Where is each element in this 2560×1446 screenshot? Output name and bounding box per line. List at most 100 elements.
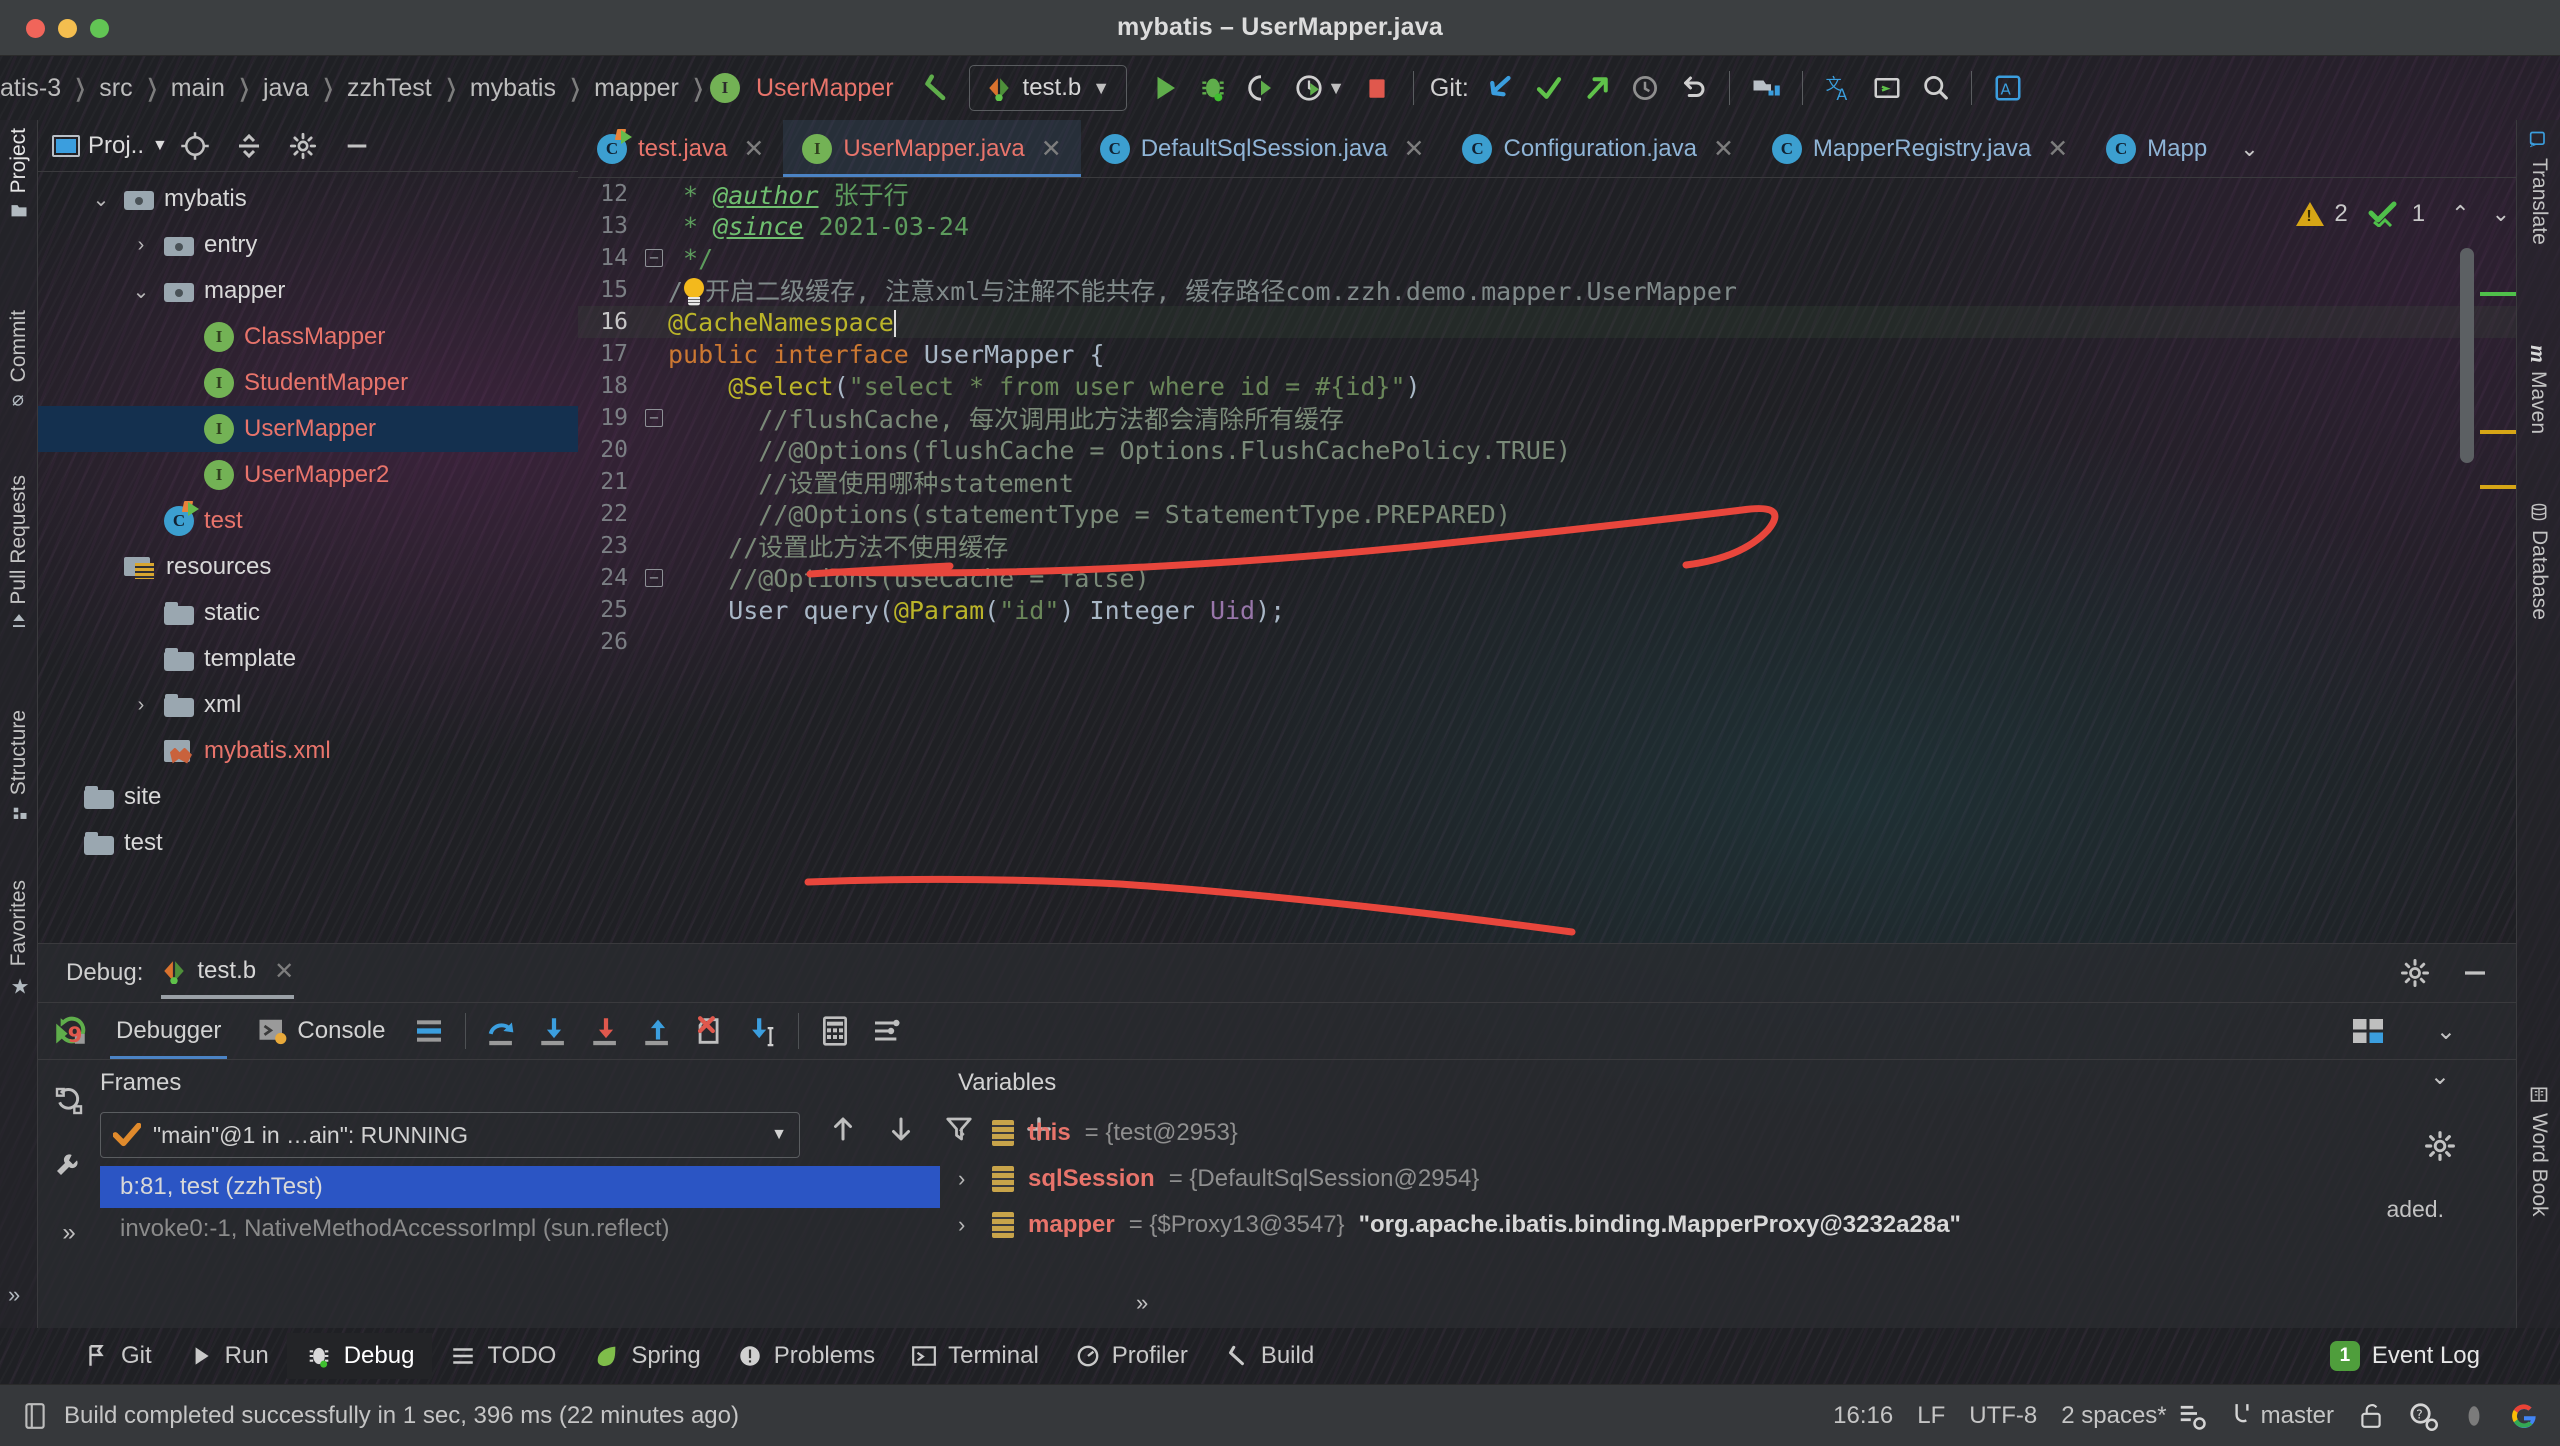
run-with-coverage-button[interactable] bbox=[1237, 64, 1285, 112]
chevron-down-icon[interactable]: ▼ bbox=[152, 137, 168, 155]
tree-item[interactable]: I StudentMapper bbox=[38, 360, 578, 406]
editor-tab[interactable]: C Configuration.java ✕ bbox=[1443, 120, 1752, 177]
breadcrumb-item-2[interactable]: main bbox=[164, 74, 232, 103]
line-number[interactable]: 19 bbox=[578, 405, 640, 431]
code-line[interactable]: 20 //@Options(flushCache = Options.Flush… bbox=[578, 434, 2516, 466]
chevron-right-icon[interactable]: › bbox=[958, 1166, 978, 1192]
git-push-icon[interactable] bbox=[1573, 64, 1621, 112]
translate-icon[interactable]: 文A bbox=[1815, 64, 1863, 112]
code-line[interactable]: 23 //设置此方法不使用缓存 bbox=[578, 530, 2516, 562]
editor-tab[interactable]: C Mapp bbox=[2087, 120, 2226, 177]
fold-region-icon[interactable]: − bbox=[640, 569, 668, 587]
bottom-tool-tab[interactable]: Run bbox=[170, 1333, 287, 1379]
collapse-chevron-icon[interactable]: ⌄ bbox=[2436, 1017, 2456, 1046]
debug-session-tab[interactable]: test.b ✕ bbox=[161, 957, 294, 999]
line-number[interactable]: 17 bbox=[578, 341, 640, 367]
step-over-icon[interactable] bbox=[476, 1004, 528, 1058]
tab-overflow-chevron-icon[interactable]: ⌄ bbox=[2226, 120, 2272, 177]
tab-console[interactable]: Console bbox=[239, 1003, 403, 1059]
close-icon[interactable]: ✕ bbox=[743, 134, 764, 164]
status-indent[interactable]: 2 spaces* bbox=[2061, 1402, 2166, 1430]
chevron-down-icon[interactable]: ▼ bbox=[771, 1126, 787, 1144]
close-icon[interactable]: ✕ bbox=[1404, 134, 1425, 164]
chevron-down-icon[interactable]: ⌄ bbox=[128, 279, 154, 304]
status-indent-config-icon[interactable] bbox=[2177, 1401, 2207, 1431]
code-line[interactable]: 14− */ bbox=[578, 242, 2516, 274]
bottom-tool-tab[interactable]: Profiler bbox=[1057, 1333, 1206, 1379]
hide-panel-icon[interactable] bbox=[330, 124, 384, 168]
breadcrumb-item-4[interactable]: zzhTest bbox=[340, 74, 439, 103]
line-number[interactable]: 21 bbox=[578, 469, 640, 495]
bottom-tool-tab[interactable]: Problems bbox=[719, 1333, 893, 1379]
rail-tab-database[interactable]: Database bbox=[2527, 502, 2551, 620]
restore-layout-icon[interactable] bbox=[38, 1068, 100, 1134]
rail-more-icon[interactable]: » bbox=[8, 1282, 20, 1308]
run-to-cursor-icon[interactable] bbox=[736, 1004, 788, 1058]
chevron-right-icon[interactable]: › bbox=[128, 694, 154, 717]
close-icon[interactable]: ✕ bbox=[1713, 134, 1734, 164]
code-line[interactable]: 12 * @author 张于行 bbox=[578, 178, 2516, 210]
bottom-tool-tab[interactable]: Debug bbox=[286, 1333, 433, 1379]
line-number[interactable]: 22 bbox=[578, 501, 640, 527]
event-log-button[interactable]: 1 Event Log bbox=[2329, 1341, 2480, 1371]
run-configuration-selector[interactable]: test.b ▼ bbox=[968, 65, 1128, 111]
bottom-tool-tab[interactable]: Spring bbox=[574, 1333, 718, 1379]
line-number[interactable]: 14 bbox=[578, 245, 640, 271]
frames-list[interactable]: b:81, test (zzhTest) invoke0:-1, NativeMe… bbox=[100, 1166, 940, 1250]
git-rollback-icon[interactable] bbox=[1669, 64, 1717, 112]
evaluate-expression-icon[interactable] bbox=[809, 1004, 861, 1058]
variable-row[interactable]: › this = {test@2953} bbox=[958, 1110, 2456, 1156]
bottom-tool-tab[interactable]: Terminal bbox=[893, 1333, 1057, 1379]
tree-item[interactable]: site bbox=[38, 774, 578, 820]
drop-frame-icon[interactable] bbox=[684, 1004, 736, 1058]
step-out-icon[interactable] bbox=[632, 1004, 684, 1058]
editor-tab[interactable]: C MapperRegistry.java ✕ bbox=[1753, 120, 2087, 177]
bottom-tool-tab[interactable]: Build bbox=[1206, 1333, 1332, 1379]
rail-tab-maven[interactable]: m Maven bbox=[2525, 345, 2551, 434]
git-update-icon[interactable] bbox=[1477, 64, 1525, 112]
rail-tab-word-book[interactable]: Word Book bbox=[2527, 1085, 2551, 1217]
code-editor[interactable]: 12 * @author 张于行 13 * @since 2021-03-24 14… bbox=[578, 178, 2516, 943]
layout-settings-icon[interactable] bbox=[403, 1004, 455, 1058]
code-line[interactable]: 21 //设置使用哪种statement bbox=[578, 466, 2516, 498]
rail-tab-structure[interactable]: Structure bbox=[7, 710, 31, 821]
code-line[interactable]: 15 / 开启二级缓存, 注意xml与注解不能共存, 缓存路径com.zzh.dem… bbox=[578, 274, 2516, 306]
frame-up-icon[interactable] bbox=[828, 1114, 858, 1144]
chevron-right-icon[interactable]: › bbox=[958, 1212, 978, 1238]
status-branch[interactable]: master bbox=[2231, 1402, 2334, 1430]
profile-dropdown-icon[interactable]: ▼ bbox=[1327, 78, 1345, 99]
bottom-tool-tab[interactable]: Git bbox=[66, 1333, 170, 1379]
breadcrumb-item-active[interactable]: UserMapper bbox=[749, 74, 901, 103]
rail-tab-commit[interactable]: ⌀ Commit bbox=[7, 310, 31, 414]
status-encoding[interactable]: UTF-8 bbox=[1969, 1402, 2037, 1430]
breadcrumb-item-0[interactable]: atis-3 bbox=[0, 74, 68, 103]
notifications-icon[interactable] bbox=[2462, 1403, 2486, 1429]
code-line[interactable]: 24− //@Options(useCache = false) bbox=[578, 562, 2516, 594]
lock-icon[interactable] bbox=[2358, 1402, 2384, 1430]
tree-item[interactable]: template bbox=[38, 636, 578, 682]
line-number[interactable]: 26 bbox=[578, 629, 640, 655]
mute-breakpoints-icon[interactable]: 9 bbox=[38, 1002, 100, 1068]
fold-region-icon[interactable]: − bbox=[640, 249, 668, 267]
chevron-right-icon[interactable]: › bbox=[958, 1120, 978, 1146]
editor-tab[interactable]: C DefaultSqlSession.java ✕ bbox=[1081, 120, 1444, 177]
inspection-profile-icon[interactable]: ? bbox=[2408, 1401, 2438, 1431]
line-number[interactable]: 12 bbox=[578, 181, 640, 207]
git-commit-icon[interactable] bbox=[1525, 64, 1573, 112]
debug-layout-icon[interactable] bbox=[2350, 1016, 2386, 1046]
stop-button[interactable] bbox=[1353, 64, 1401, 112]
git-history-icon[interactable] bbox=[1621, 64, 1669, 112]
tree-item[interactable]: test bbox=[38, 820, 578, 866]
breadcrumb-item-6[interactable]: mapper bbox=[587, 74, 686, 103]
error-stripe-warning[interactable] bbox=[2480, 430, 2516, 434]
search-icon[interactable] bbox=[1911, 64, 1959, 112]
hide-debug-panel-icon[interactable] bbox=[2460, 958, 2490, 988]
variables-collapse-icon[interactable]: ⌄ bbox=[2430, 1062, 2450, 1091]
rail-tab-favorites[interactable]: ★ Favorites bbox=[7, 880, 31, 998]
line-number[interactable]: 13 bbox=[578, 213, 640, 239]
line-number[interactable]: 20 bbox=[578, 437, 640, 463]
variable-row[interactable]: › sqlSession = {DefaultSqlSession@2954} bbox=[958, 1156, 2456, 1202]
close-icon[interactable]: ✕ bbox=[1041, 134, 1062, 164]
variables-list[interactable]: › this = {test@2953} › sqlSession = {DefaultS… bbox=[958, 1110, 2456, 1248]
chevron-down-icon[interactable]: ▼ bbox=[1092, 78, 1110, 99]
